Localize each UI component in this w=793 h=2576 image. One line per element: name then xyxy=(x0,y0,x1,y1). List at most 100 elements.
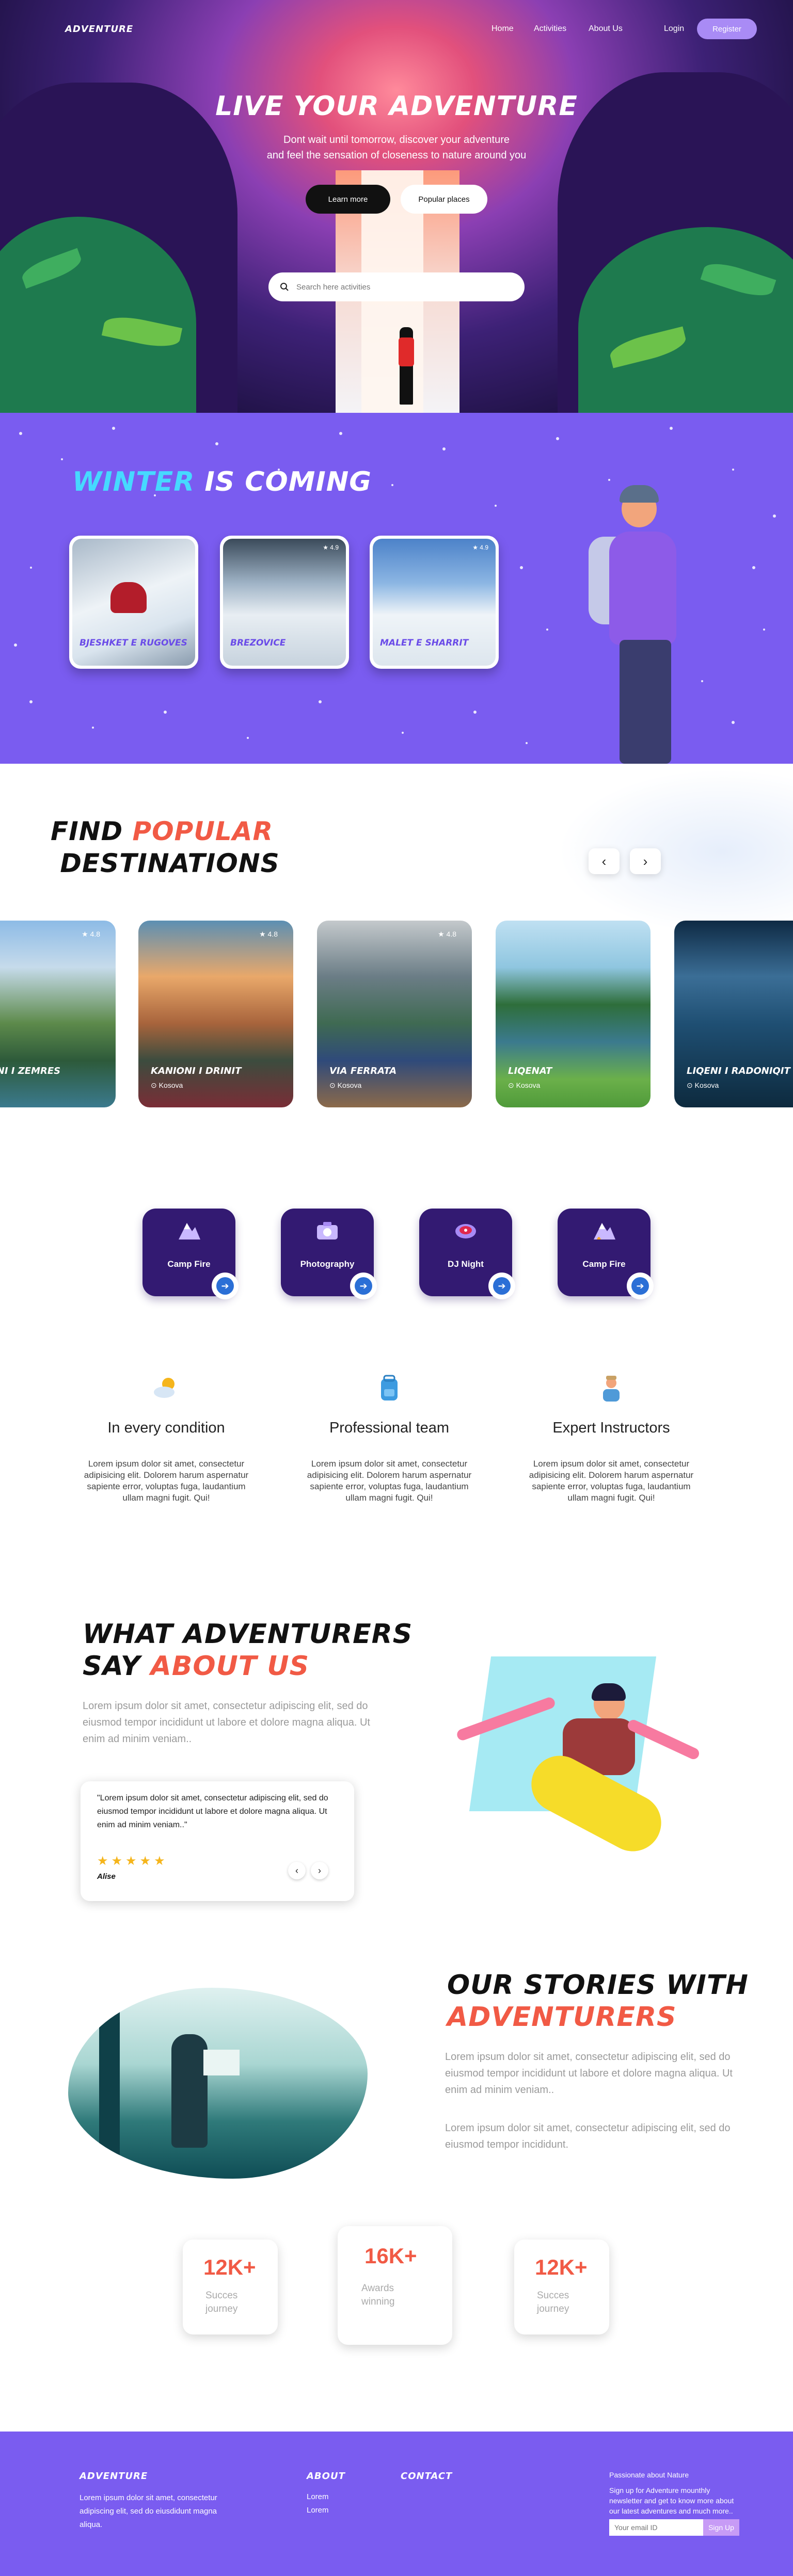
feature-text: Lorem ipsum dolor sit amet, consectetur … xyxy=(84,1459,249,1503)
skater-hair xyxy=(592,1683,626,1701)
destination-card[interactable]: ★ 4.8 KANIONI I DRINIT ⊙ Kosova xyxy=(138,921,293,1107)
carousel-next-button[interactable]: › xyxy=(630,848,661,874)
search-icon xyxy=(280,283,289,291)
traveler-map xyxy=(203,2050,240,2075)
destination-rating: ★ 4.8 xyxy=(82,930,100,938)
winter-card-label: MALET E SHARRIT xyxy=(380,638,469,648)
activity-go-button[interactable]: ➔ xyxy=(350,1273,377,1299)
backpack-icon xyxy=(381,1375,398,1400)
stat-label: Succes journey xyxy=(205,2290,238,2314)
stat-card: 12K+ Succes journey xyxy=(514,2240,609,2335)
destination-card[interactable]: ★ 4.8 LIQENI I ZEMRES xyxy=(0,921,116,1107)
testimonial-title-line1: WHAT ADVENTURERS xyxy=(83,1619,413,1650)
destination-location-text: Kosova xyxy=(158,1081,183,1089)
activity-card-dj-night[interactable]: DJ Night ➔ xyxy=(419,1209,515,1299)
pin-icon: ⊙ xyxy=(687,1081,693,1089)
arrow-right-icon: ➔ xyxy=(216,1277,234,1295)
winter-card[interactable]: ★ 4.9 MALET E SHARRIT xyxy=(370,536,499,669)
activity-card-photography[interactable]: Photography ➔ xyxy=(281,1209,377,1299)
destination-location-text: Kosova xyxy=(694,1081,719,1089)
mountain-icon xyxy=(179,1223,200,1239)
stat-label: Awards winning xyxy=(361,2283,395,2307)
login-link[interactable]: Login xyxy=(664,24,684,34)
winter-title-highlight: WINTER xyxy=(72,466,195,497)
destination-card[interactable]: LIQENI I RADONIQIT ⊙ Kosova xyxy=(674,921,793,1107)
destination-location: ⊙ Kosova xyxy=(329,1081,361,1090)
feature-item: Professional team Lorem ipsum dolor sit … xyxy=(296,1373,482,1504)
newsletter-email-input[interactable] xyxy=(609,2519,703,2536)
activity-label: Camp Fire xyxy=(167,1259,211,1269)
winter-card-rating: ★ 4.9 xyxy=(472,544,488,551)
nav-link-about[interactable]: About Us xyxy=(589,24,623,34)
winter-card-rating: ★ 4.9 xyxy=(323,544,339,551)
carousel-prev-button[interactable]: ‹ xyxy=(589,848,620,874)
mountain-icon xyxy=(594,1223,615,1239)
testimonial-intro: Lorem ipsum dolor sit amet, consectetur … xyxy=(83,1700,370,1745)
site-logo[interactable]: ADVENTURE xyxy=(65,24,133,35)
stories-title-line1: OUR STORIES WITH xyxy=(447,1970,749,2001)
register-button[interactable]: Register xyxy=(697,19,757,39)
feature-item: In every condition Lorem ipsum dolor sit… xyxy=(73,1373,259,1504)
winter-section: WINTER IS COMING BJESHKET E RUGOVES ★ 4.… xyxy=(0,413,793,764)
pin-icon: ⊙ xyxy=(151,1081,157,1089)
stories-paragraph: Lorem ipsum dolor sit amet, consectetur … xyxy=(445,2122,731,2150)
winter-card[interactable]: ★ 4.9 BREZOVICE xyxy=(220,536,349,669)
activity-go-button[interactable]: ➔ xyxy=(488,1273,515,1299)
winter-title: WINTER IS COMING xyxy=(72,466,372,497)
search-input[interactable] xyxy=(296,282,503,292)
newsletter-title: Passionate about Nature xyxy=(609,2471,689,2479)
nav-link-activities[interactable]: Activities xyxy=(534,24,566,34)
stories-title-line2: ADVENTURERS xyxy=(447,2002,677,2033)
winter-card[interactable]: BJESHKET E RUGOVES xyxy=(69,536,198,669)
stat-label: Succes journey xyxy=(537,2290,569,2314)
testimonial-prev-button[interactable]: ‹ xyxy=(288,1862,306,1879)
activity-card-campfire[interactable]: Camp Fire ➔ xyxy=(142,1209,239,1299)
feature-title: Professional team xyxy=(329,1420,450,1436)
destination-location: ⊙ Kosova xyxy=(687,1081,719,1090)
activity-label: Camp Fire xyxy=(582,1259,626,1269)
search-bar[interactable] xyxy=(268,272,525,301)
stat-value: 12K+ xyxy=(535,2255,588,2279)
testimonial-quote: "Lorem ipsum dolor sit amet, consectetur… xyxy=(97,1794,328,1829)
testimonial-card: "Lorem ipsum dolor sit amet, consectetur… xyxy=(81,1781,354,1901)
destination-name: VIA FERRATA xyxy=(329,1066,397,1076)
activity-go-button[interactable]: ➔ xyxy=(212,1273,239,1299)
camera-icon xyxy=(317,1222,338,1239)
snowboarder-figure xyxy=(110,582,147,613)
destination-name: KANIONI I DRINIT xyxy=(151,1066,242,1076)
destination-location: ⊙ Kosova xyxy=(151,1081,183,1090)
turntable-icon xyxy=(455,1224,476,1238)
feature-text: Lorem ipsum dolor sit amet, consectetur … xyxy=(307,1459,472,1503)
hero-subtitle-line1: Dont wait until tomorrow, discover your … xyxy=(283,134,510,146)
testimonial-next-button[interactable]: › xyxy=(311,1862,328,1879)
testimonial-title-say: SAY xyxy=(83,1651,141,1682)
footer-about-link[interactable]: Lorem xyxy=(307,2506,329,2515)
nav-link-home[interactable]: Home xyxy=(491,24,514,34)
traveler-figure xyxy=(171,2034,208,2148)
testimonial-title: WHAT ADVENTURERS SAY ABOUT US xyxy=(83,1618,413,1682)
activity-go-button[interactable]: ➔ xyxy=(627,1273,654,1299)
destination-location-text: Kosova xyxy=(337,1081,362,1089)
destination-card[interactable]: LIQENAT ⊙ Kosova xyxy=(496,921,651,1107)
popular-places-button[interactable]: Popular places xyxy=(401,185,487,214)
footer-about-heading: ABOUT xyxy=(307,2471,345,2482)
stat-card: 12K+ Succes journey xyxy=(183,2240,278,2335)
activity-card-campfire[interactable]: Camp Fire ➔ xyxy=(558,1209,654,1299)
rating-stars: ★★★★★ xyxy=(97,1854,168,1868)
destination-rating: ★ 4.8 xyxy=(438,930,456,938)
newsletter-signup-button[interactable]: Sign Up xyxy=(703,2519,739,2536)
arrow-right-icon: ➔ xyxy=(493,1277,511,1295)
footer: ADVENTURE Lorem ipsum dolor sit amet, co… xyxy=(0,2432,793,2576)
stat-card: 16K+ Awards winning xyxy=(338,2226,452,2345)
learn-more-button[interactable]: Learn more xyxy=(306,185,390,214)
destination-card[interactable]: ★ 4.8 VIA FERRATA ⊙ Kosova xyxy=(317,921,472,1107)
instructor-icon xyxy=(603,1376,620,1402)
tree-trunk xyxy=(99,1988,120,2179)
footer-logo[interactable]: ADVENTURE xyxy=(80,2471,148,2482)
footer-about-link[interactable]: Lorem xyxy=(307,2492,329,2501)
destination-location-text: Kosova xyxy=(516,1081,541,1089)
destination-name: LIQENI I RADONIQIT xyxy=(687,1066,790,1076)
destinations-title-find: FIND xyxy=(51,816,123,846)
feature-title: In every condition xyxy=(107,1420,225,1436)
newsletter-description: Sign up for Adventure mounthly newslette… xyxy=(609,2486,734,2515)
